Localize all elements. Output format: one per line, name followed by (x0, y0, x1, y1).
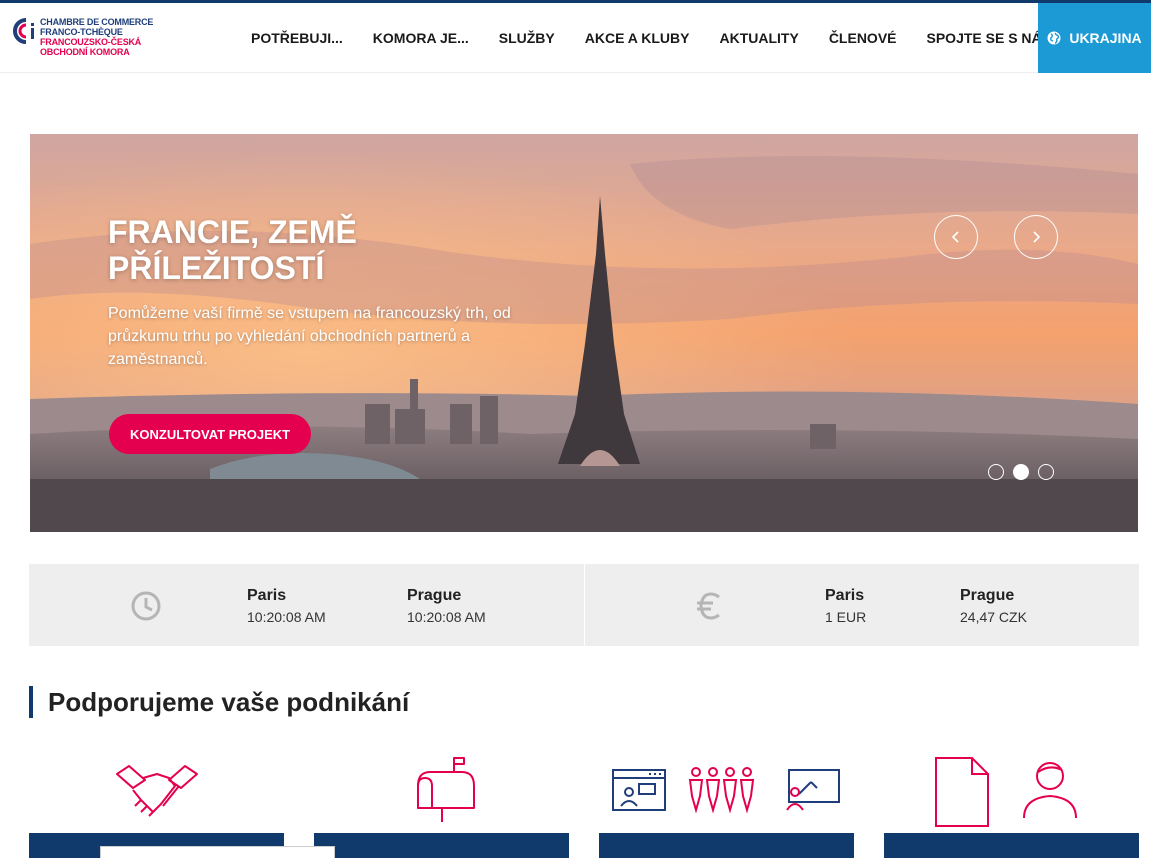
city-name: Paris (247, 587, 287, 604)
service-card[interactable] (599, 752, 854, 858)
logo-text: CHAMBRE DE COMMERCE FRANCO-TCHÈQUE FRANC… (40, 17, 153, 57)
person-icon (1023, 762, 1077, 819)
nav-item-komora[interactable]: KOMORA JE... (358, 30, 484, 46)
service-card[interactable] (29, 752, 284, 858)
chevron-left-icon (951, 231, 959, 243)
mailbox-icon (417, 757, 475, 822)
slider-dot[interactable] (1038, 464, 1054, 480)
nav-item-sluzby[interactable]: SLUŽBY (484, 30, 570, 46)
city-name: Paris (825, 587, 865, 604)
city-name: Prague (407, 587, 462, 604)
site-header: CHAMBRE DE COMMERCE FRANCO-TCHÈQUE FRANC… (0, 3, 1151, 73)
chevron-right-icon (1033, 231, 1041, 243)
logo-line: FRANCOUZSKO-ČESKÁ (40, 37, 142, 47)
hero-slider: FRANCIE, ZEMĚ PŘÍLEŽITOSTÍ Pomůžeme vaší… (30, 134, 1138, 532)
time-value: 10:20:08 AM (407, 609, 486, 625)
globe-icon (1047, 31, 1061, 45)
time-prague: Prague 10:20:08 AM (407, 586, 486, 626)
ukrajina-button[interactable]: UKRAJINA (1038, 3, 1151, 73)
currency-paris: Paris 1 EUR (825, 586, 866, 626)
logo-line: CHAMBRE DE COMMERCE (40, 17, 154, 27)
nav-item-clenove[interactable]: ČLENOVÉ (814, 30, 912, 46)
slider-dot[interactable] (1013, 464, 1029, 480)
konzultovat-projekt-button[interactable]: KONZULTOVAT PROJEKT (109, 414, 312, 454)
hero-description: Pomůžeme vaší firmě se vstupem na franco… (108, 305, 511, 368)
city-name: Prague (960, 587, 1015, 604)
nav-item-akce[interactable]: AKCE A KLUBY (570, 30, 705, 46)
currency-value: 24,47 CZK (960, 609, 1027, 625)
info-divider (584, 564, 585, 646)
service-card[interactable] (884, 752, 1139, 858)
currency-value: 1 EUR (825, 609, 867, 625)
logo-line: OBCHODNÍ KOMORA (40, 47, 130, 57)
logo-line: FRANCO-TCHÈQUE (40, 27, 123, 37)
document-person-icons (935, 757, 1077, 827)
time-paris: Paris 10:20:08 AM (247, 586, 326, 626)
currency-prague: Prague 24,47 CZK (960, 586, 1027, 626)
clock-icon (131, 591, 161, 621)
nav-item-potrebuji[interactable]: POTŘEBUJI... (236, 30, 358, 46)
time-value: 10:20:08 AM (247, 609, 326, 625)
slider-next-button[interactable] (1014, 215, 1058, 259)
document-icon (935, 757, 989, 827)
service-card[interactable] (314, 752, 569, 858)
euro-icon (697, 592, 720, 620)
slider-dots (988, 464, 1054, 480)
events-icons (612, 767, 840, 814)
strip-segment (100, 846, 335, 858)
presentation-icon (788, 769, 840, 803)
info-bar: Paris 10:20:08 AM Prague 10:20:08 AM Par… (29, 564, 1139, 646)
nav-item-aktuality[interactable]: AKTUALITY (704, 30, 813, 46)
webinar-icon (612, 769, 666, 811)
slider-dot[interactable] (988, 464, 1004, 480)
people-group-icon (688, 767, 755, 814)
main-nav: POTŘEBUJI... KOMORA JE... SLUŽBY AKCE A … (236, 3, 1072, 73)
handshake-icon (116, 765, 198, 817)
logo[interactable]: CHAMBRE DE COMMERCE FRANCO-TCHÈQUE FRANC… (12, 15, 172, 63)
hero-title: FRANCIE, ZEMĚ PŘÍLEŽITOSTÍ (108, 214, 357, 286)
slider-prev-button[interactable] (934, 215, 978, 259)
bottom-strip (0, 844, 1151, 858)
section-title: Podporujeme vaše podnikání (29, 686, 409, 718)
ukrajina-label: UKRAJINA (1069, 30, 1142, 46)
cci-logo-icon (13, 18, 34, 44)
